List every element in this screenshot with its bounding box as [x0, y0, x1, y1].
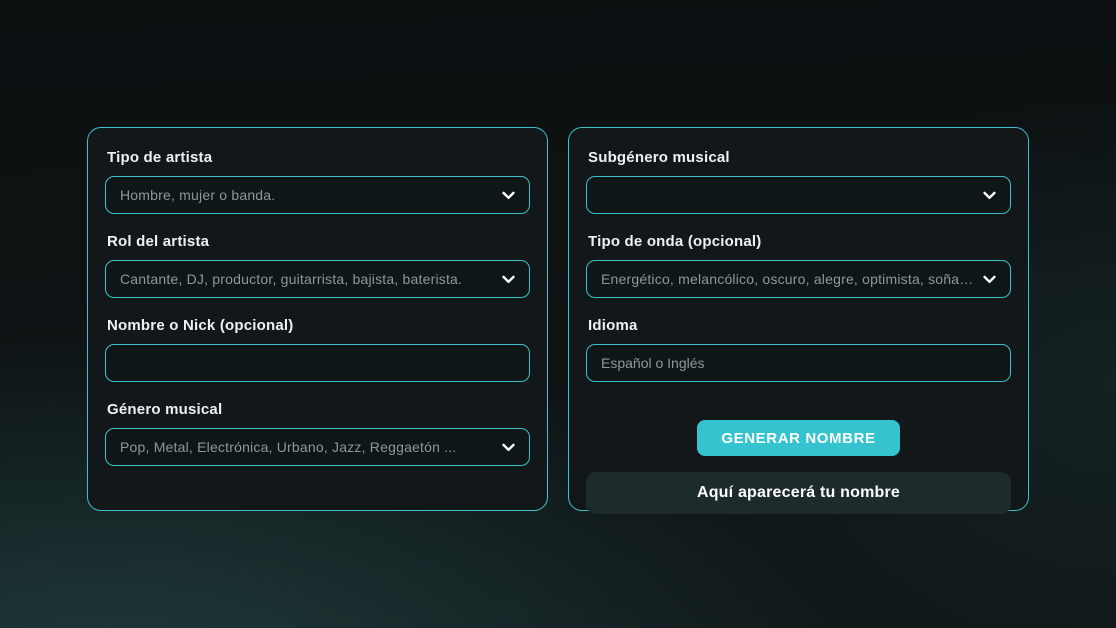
artist-type-select[interactable]: Hombre, mujer o banda. — [105, 176, 530, 214]
artist-form-left-card: Tipo de artista Hombre, mujer o banda. R… — [87, 127, 548, 511]
chevron-down-icon — [981, 187, 998, 204]
artist-role-label: Rol del artista — [107, 233, 530, 251]
chevron-down-icon — [500, 187, 517, 204]
chevron-down-icon — [500, 271, 517, 288]
generate-button-row: GENERAR NOMBRE — [586, 420, 1011, 456]
generated-name-result-box: Aquí aparecerá tu nombre — [586, 472, 1011, 514]
generate-name-button[interactable]: GENERAR NOMBRE — [697, 420, 899, 456]
artist-type-label: Tipo de artista — [107, 149, 530, 167]
artist-role-value: Cantante, DJ, productor, guitarrista, ba… — [120, 271, 462, 287]
genre-value: Pop, Metal, Electrónica, Urbano, Jazz, R… — [120, 439, 456, 455]
vibe-value: Energético, melancólico, oscuro, alegre,… — [601, 271, 974, 287]
artist-role-select[interactable]: Cantante, DJ, productor, guitarrista, ba… — [105, 260, 530, 298]
genre-label: Género musical — [107, 401, 530, 419]
artist-form-right-card: Subgénero musical Tipo de onda (opcional… — [568, 127, 1029, 511]
artist-type-value: Hombre, mujer o banda. — [120, 187, 275, 203]
vibe-label: Tipo de onda (opcional) — [588, 233, 1011, 251]
form-cards-container: Tipo de artista Hombre, mujer o banda. R… — [87, 127, 1029, 511]
chevron-down-icon — [500, 439, 517, 456]
genre-select[interactable]: Pop, Metal, Electrónica, Urbano, Jazz, R… — [105, 428, 530, 466]
vibe-select[interactable]: Energético, melancólico, oscuro, alegre,… — [586, 260, 1011, 298]
subgenre-select[interactable] — [586, 176, 1011, 214]
language-label: Idioma — [588, 317, 1011, 335]
page-background: { "theme": { "accent": "#3cc0cb", "butto… — [0, 0, 1116, 628]
chevron-down-icon — [981, 271, 998, 288]
language-input[interactable] — [586, 344, 1011, 382]
name-nick-label: Nombre o Nick (opcional) — [107, 317, 530, 335]
subgenre-label: Subgénero musical — [588, 149, 1011, 167]
name-nick-input[interactable] — [105, 344, 530, 382]
